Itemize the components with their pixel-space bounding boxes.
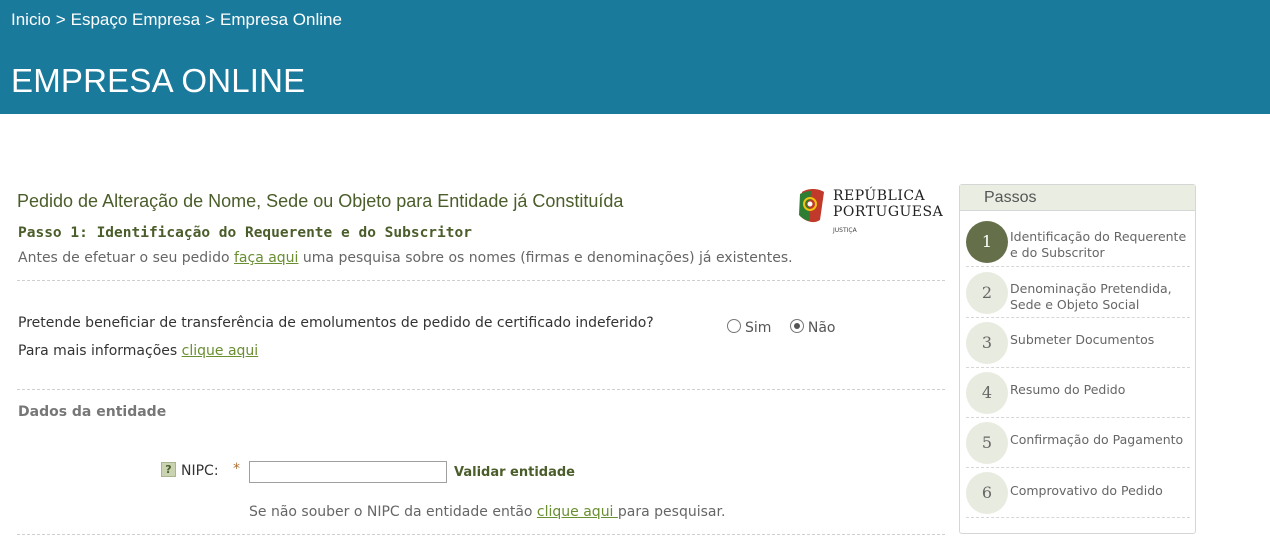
- step-label: Confirmação do Pagamento: [1010, 432, 1184, 447]
- radio-sim[interactable]: Sim: [727, 319, 785, 336]
- divider: [17, 280, 945, 281]
- search-names-link[interactable]: faça aqui: [234, 250, 298, 266]
- intro-text: Antes de efetuar o seu pedido faça aqui …: [18, 250, 793, 266]
- step-number: 3: [966, 322, 1008, 364]
- radio-nao[interactable]: Não: [789, 319, 850, 336]
- breadcrumb-espaco-empresa[interactable]: Espaço Empresa: [71, 10, 200, 29]
- republica-portuguesa-logo: REPÚBLICA PORTUGUESA JUSTIÇA: [796, 186, 943, 238]
- steps-panel-title: Passos: [960, 185, 1195, 211]
- nipc-search-link[interactable]: clique aqui: [537, 504, 618, 520]
- breadcrumb: Inicio > Espaço Empresa > Empresa Online: [11, 10, 342, 30]
- step-title: Passo 1: Identificação do Requerente e d…: [18, 225, 472, 241]
- divider: [17, 534, 945, 535]
- form-title: Pedido de Alteração de Nome, Sede ou Obj…: [17, 191, 624, 211]
- flag-emblem-icon: [799, 189, 824, 223]
- step-number: 1: [966, 221, 1008, 263]
- more-info-before: Para mais informações: [18, 343, 182, 359]
- hint-after: para pesquisar.: [617, 504, 726, 520]
- more-info-text: Para mais informações clique aqui: [18, 343, 258, 359]
- steps-panel: Passos 1 Identificação do Requerente e d…: [959, 184, 1196, 534]
- step-item-3[interactable]: 3 Submeter Documentos: [966, 318, 1190, 368]
- radio-nao-circle[interactable]: [789, 319, 804, 333]
- intro-text-after: uma pesquisa sobre os nomes (firmas e de…: [298, 250, 793, 266]
- radio-sim-label: Sim: [745, 320, 772, 336]
- breadcrumb-separator: >: [205, 10, 216, 29]
- step-number: 4: [966, 372, 1008, 414]
- step-item-2[interactable]: 2 Denominação Pretendida, Sede e Objeto …: [966, 268, 1190, 318]
- logo-text: REPÚBLICA PORTUGUESA: [833, 188, 943, 220]
- site-header: Inicio > Espaço Empresa > Empresa Online EMP…: [0, 0, 1270, 114]
- nipc-search-hint: Se não souber o NIPC da entidade então c…: [249, 504, 725, 520]
- validate-entity-button[interactable]: Validar entidade: [454, 465, 575, 480]
- step-label: Denominação Pretendida, Sede e Objeto So…: [1010, 281, 1172, 312]
- logo-line-1: REPÚBLICA: [833, 188, 926, 204]
- step-label: Identificação do Requerente e do Subscri…: [1010, 229, 1187, 260]
- radio-nao-label: Não: [807, 320, 836, 336]
- logo-line-2: PORTUGUESA: [833, 204, 944, 220]
- nipc-label: NIPC:: [181, 463, 219, 479]
- step-item-6[interactable]: 6 Comprovativo do Pedido: [966, 468, 1190, 518]
- transfer-radio-group: Sim Não: [727, 319, 850, 336]
- logo-subtext: JUSTIÇA: [833, 227, 857, 234]
- more-info-link[interactable]: clique aqui: [182, 343, 259, 359]
- breadcrumb-separator: >: [55, 10, 66, 29]
- step-item-1[interactable]: 1 Identificação do Requerente e do Subsc…: [966, 217, 1190, 267]
- page-title: EMPRESA ONLINE: [11, 62, 306, 99]
- transfer-question: Pretende beneficiar de transferência de …: [18, 315, 654, 331]
- nipc-input[interactable]: [249, 461, 447, 483]
- hint-before: Se não souber o NIPC da entidade então: [249, 504, 537, 520]
- step-label: Comprovativo do Pedido: [1010, 483, 1163, 498]
- breadcrumb-inicio[interactable]: Inicio: [11, 10, 51, 29]
- step-number: 5: [966, 422, 1008, 464]
- step-number: 2: [966, 272, 1008, 314]
- step-label: Resumo do Pedido: [1010, 382, 1126, 397]
- step-number: 6: [966, 472, 1008, 514]
- step-label: Submeter Documentos: [1010, 332, 1155, 347]
- step-item-5[interactable]: 5 Confirmação do Pagamento: [966, 418, 1190, 468]
- breadcrumb-empresa-online[interactable]: Empresa Online: [220, 10, 342, 29]
- divider: [17, 389, 945, 390]
- radio-sim-circle[interactable]: [727, 319, 741, 333]
- required-marker: *: [233, 461, 240, 477]
- intro-text-before: Antes de efetuar o seu pedido: [18, 250, 234, 266]
- step-item-4[interactable]: 4 Resumo do Pedido: [966, 368, 1190, 418]
- section-title-entity: Dados da entidade: [18, 404, 167, 420]
- help-icon[interactable]: ?: [161, 462, 176, 477]
